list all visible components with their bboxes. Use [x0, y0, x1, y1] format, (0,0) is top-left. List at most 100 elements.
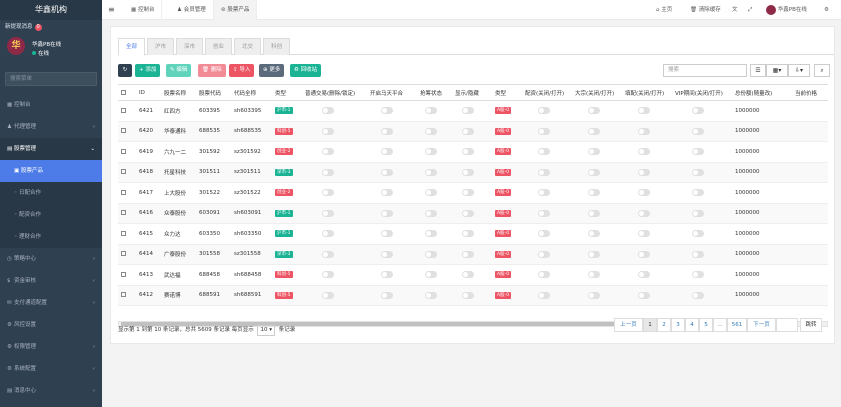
table-row[interactable]: 6417 上大股份 301522 sz301522 创业-2 A股-0 1000000: [118, 182, 828, 204]
column-header[interactable]: 普通交易(删除/锁定): [302, 84, 367, 101]
sidebar-item[interactable]: ⚙ 权限管理 ‹: [0, 336, 102, 358]
toggle-switch[interactable]: [322, 250, 334, 258]
page-button[interactable]: 3: [671, 318, 685, 332]
sidebar-subitem[interactable]: ◦ 理财合作: [0, 226, 102, 248]
toggle-switch[interactable]: [322, 271, 334, 279]
sidebar-subitem[interactable]: ◦ 配资合作: [0, 204, 102, 226]
market-tab[interactable]: 全部: [118, 38, 146, 56]
toggle-switch[interactable]: [692, 107, 704, 115]
row-checkbox[interactable]: [121, 189, 126, 195]
recycle-bin-button[interactable]: ♻ 回收站: [290, 64, 322, 77]
table-search-input[interactable]: 搜索: [663, 64, 747, 77]
table-row[interactable]: 6412 赛诺博 688591 sh688591 科创-5 A股-0 1000000: [118, 285, 828, 306]
column-header[interactable]: 总份额(随量改): [732, 84, 792, 101]
toggle-switch[interactable]: [692, 189, 704, 197]
jump-page-input[interactable]: [776, 318, 798, 332]
toggle-switch[interactable]: [538, 209, 550, 217]
column-header[interactable]: ID: [136, 84, 161, 101]
column-header[interactable]: 类型: [272, 84, 302, 101]
jump-button[interactable]: 跳转: [800, 318, 822, 332]
sidebar-item[interactable]: ⚙ 系统配置 ‹: [0, 358, 102, 380]
clear-cache-button[interactable]: 🗑 清除缓存: [690, 0, 721, 20]
delete-button[interactable]: 🗑 删除: [198, 64, 226, 77]
toggle-switch[interactable]: [588, 189, 600, 197]
table-row[interactable]: 6416 众泰股份 603091 sh603091 沪市-1 A股-0 1000000: [118, 203, 828, 224]
column-header[interactable]: VIP期间(关闭/打开): [672, 84, 732, 101]
more-button[interactable]: ⊕ 更多: [259, 64, 285, 77]
column-header[interactable]: 当前价格: [792, 84, 828, 101]
row-checkbox[interactable]: [121, 251, 126, 257]
row-checkbox[interactable]: [121, 210, 126, 216]
column-header[interactable]: [118, 84, 136, 101]
toggle-switch[interactable]: [462, 168, 474, 176]
toggle-switch[interactable]: [462, 250, 474, 258]
next-page-button[interactable]: 下一页: [747, 318, 776, 332]
menu-toggle-icon[interactable]: ≡: [108, 0, 115, 20]
page-button[interactable]: 5: [699, 318, 713, 332]
row-checkbox[interactable]: [121, 292, 126, 298]
column-header[interactable]: 配资(关闭/打开): [522, 84, 572, 101]
toggle-switch[interactable]: [462, 291, 474, 299]
advanced-search-icon[interactable]: ⌕: [814, 64, 830, 77]
column-header[interactable]: 大宗(关闭/打开): [572, 84, 622, 101]
tab-console[interactable]: ▦ 控制台: [124, 0, 163, 20]
column-header[interactable]: 开启马天平合: [367, 84, 417, 101]
toggle-switch[interactable]: [322, 209, 334, 217]
toggle-switch[interactable]: [425, 168, 437, 176]
market-tab[interactable]: 沪市: [147, 38, 175, 55]
toggle-switch[interactable]: [322, 148, 334, 156]
toggle-switch[interactable]: [588, 127, 600, 135]
sidebar-item[interactable]: ⚙ 风控设置: [0, 314, 102, 336]
toggle-switch[interactable]: [462, 107, 474, 115]
page-button[interactable]: 2: [657, 318, 671, 332]
edit-button[interactable]: ✎ 编辑: [166, 64, 192, 77]
export-dropdown-icon[interactable]: ⇩▾: [788, 64, 810, 77]
toggle-switch[interactable]: [588, 291, 600, 299]
sidebar-item[interactable]: ✉ 支付通道配置 ‹: [0, 292, 102, 314]
toggle-switch[interactable]: [322, 168, 334, 176]
toggle-switch[interactable]: [538, 291, 550, 299]
toggle-switch[interactable]: [638, 148, 650, 156]
table-row[interactable]: 6414 广泰股份 301558 sz301558 深市-3 A股-0 1000000: [118, 244, 828, 265]
select-all-checkbox[interactable]: [121, 89, 126, 95]
toggle-switch[interactable]: [538, 250, 550, 258]
sidebar-item[interactable]: ▤ 股票管理 ⌄: [0, 138, 102, 160]
toggle-switch[interactable]: [638, 189, 650, 197]
translate-icon[interactable]: 文: [732, 0, 738, 20]
toggle-switch[interactable]: [381, 189, 393, 197]
sidebar-item[interactable]: ♟ 代理管理 ‹: [0, 116, 102, 138]
column-header[interactable]: 类型: [492, 84, 522, 101]
tab-members[interactable]: ♟ 会员管理: [170, 0, 214, 20]
toggle-switch[interactable]: [381, 168, 393, 176]
toggle-switch[interactable]: [322, 291, 334, 299]
toggle-switch[interactable]: [381, 230, 393, 238]
new-message-notice[interactable]: 新提现消息 0: [0, 20, 102, 34]
toggle-switch[interactable]: [538, 271, 550, 279]
toggle-switch[interactable]: [381, 107, 393, 115]
toggle-switch[interactable]: [381, 148, 393, 156]
toggle-switch[interactable]: [322, 230, 334, 238]
toggle-switch[interactable]: [425, 209, 437, 217]
sidebar-item[interactable]: ▦ 控制台: [0, 94, 102, 116]
row-checkbox[interactable]: [121, 230, 126, 236]
toggle-switch[interactable]: [638, 209, 650, 217]
row-checkbox[interactable]: [121, 128, 126, 134]
toggle-switch[interactable]: [692, 271, 704, 279]
toggle-switch[interactable]: [322, 127, 334, 135]
toggle-switch[interactable]: [462, 230, 474, 238]
sidebar-subitem[interactable]: ◦ 日配合作: [0, 182, 102, 204]
toggle-switch[interactable]: [425, 230, 437, 238]
add-button[interactable]: + 添加: [135, 64, 161, 77]
fullscreen-icon[interactable]: ⤢: [748, 0, 752, 20]
market-tab[interactable]: 深市: [176, 38, 204, 55]
toggle-switch[interactable]: [638, 168, 650, 176]
page-button[interactable]: 1: [643, 318, 657, 332]
toggle-switch[interactable]: [692, 230, 704, 238]
toggle-switch[interactable]: [638, 107, 650, 115]
toggle-switch[interactable]: [638, 250, 650, 258]
toggle-switch[interactable]: [425, 189, 437, 197]
column-header[interactable]: 代码全称: [231, 84, 272, 101]
toggle-switch[interactable]: [381, 271, 393, 279]
toggle-switch[interactable]: [425, 148, 437, 156]
market-tab[interactable]: 创业: [205, 38, 233, 55]
